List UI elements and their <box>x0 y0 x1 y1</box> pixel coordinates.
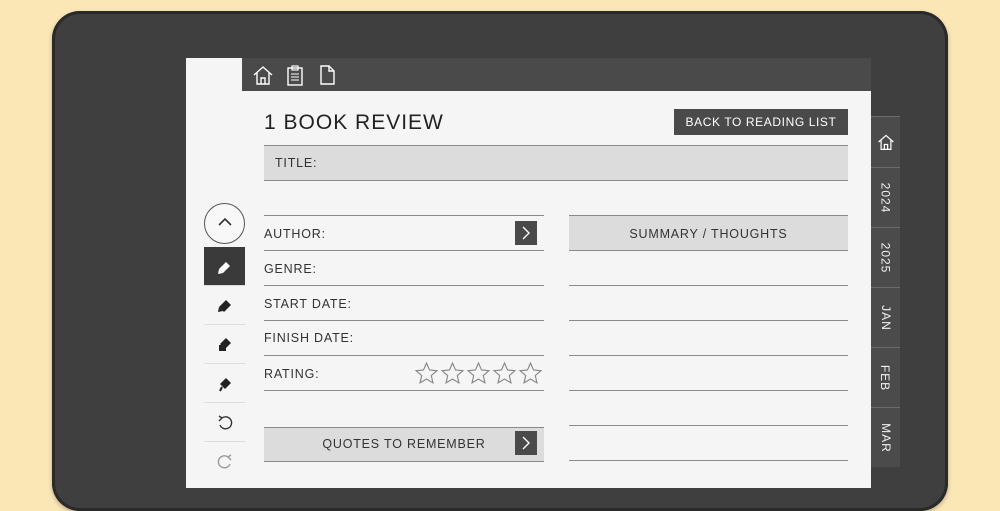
tab-2025[interactable]: 2025 <box>871 227 900 287</box>
genre-label: GENRE: <box>264 262 317 276</box>
redo-icon <box>217 454 232 469</box>
star-icon[interactable] <box>518 361 543 386</box>
tab-label: 2025 <box>878 242 893 273</box>
summary-line[interactable] <box>569 460 848 461</box>
eraser-tool[interactable] <box>204 364 245 403</box>
author-label: AUTHOR: <box>264 227 326 241</box>
summary-line[interactable] <box>569 390 848 391</box>
chevron-right-icon <box>522 436 530 450</box>
divider <box>264 390 544 391</box>
redo-button[interactable] <box>204 442 245 480</box>
tab-label: 2024 <box>878 182 893 213</box>
home-icon[interactable] <box>252 64 274 86</box>
highlighter-tool[interactable] <box>204 325 245 364</box>
highlighter-icon <box>219 338 231 351</box>
drawing-toolbar <box>204 203 245 483</box>
author-arrow-button[interactable] <box>515 221 537 245</box>
marker-tool[interactable] <box>204 286 245 325</box>
summary-line[interactable] <box>569 425 848 426</box>
summary-line[interactable] <box>569 320 848 321</box>
quotes-arrow-button[interactable] <box>515 431 537 455</box>
pen-icon <box>218 262 230 274</box>
tab-home[interactable] <box>871 116 900 167</box>
chevron-right-icon <box>522 226 530 240</box>
divider <box>264 250 544 251</box>
divider <box>264 355 544 356</box>
divider <box>264 215 544 216</box>
back-to-reading-list-button[interactable]: BACK TO READING LIST <box>674 109 848 135</box>
start-date-label: START DATE: <box>264 297 352 311</box>
undo-button[interactable] <box>204 403 245 442</box>
summary-line[interactable] <box>569 285 848 286</box>
tab-2024[interactable]: 2024 <box>871 167 900 227</box>
divider <box>264 320 544 321</box>
chevron-up-icon <box>218 217 232 226</box>
quotes-label: QUOTES TO REMEMBER <box>322 437 486 451</box>
side-tabs: 2024 2025 JAN FEB MAR <box>871 116 900 476</box>
divider <box>264 285 544 286</box>
eraser-icon <box>219 378 231 392</box>
title-label: TITLE: <box>275 156 318 170</box>
tab-label: FEB <box>878 364 893 391</box>
title-field[interactable] <box>264 145 848 181</box>
finish-date-label: FINISH DATE: <box>264 331 354 345</box>
undo-icon <box>218 415 233 430</box>
star-icon[interactable] <box>414 361 439 386</box>
scroll-up-button[interactable] <box>204 203 245 244</box>
star-icon[interactable] <box>466 361 491 386</box>
home-icon <box>877 134 894 150</box>
tab-feb[interactable]: FEB <box>871 347 900 407</box>
page-title: 1 BOOK REVIEW <box>264 111 444 134</box>
summary-line[interactable] <box>569 355 848 356</box>
top-navigation-bar <box>242 58 871 91</box>
pen-tool[interactable] <box>204 247 245 286</box>
summary-label: SUMMARY / THOUGHTS <box>629 227 788 241</box>
tab-mar[interactable]: MAR <box>871 407 900 467</box>
tab-label: JAN <box>878 304 893 331</box>
marker-icon <box>218 300 231 312</box>
page-icon[interactable] <box>316 64 338 86</box>
tab-label: MAR <box>878 422 893 453</box>
rating-label: RATING: <box>264 367 320 381</box>
star-icon[interactable] <box>440 361 465 386</box>
tab-jan[interactable]: JAN <box>871 287 900 347</box>
star-icon[interactable] <box>492 361 517 386</box>
clipboard-icon[interactable] <box>284 64 306 86</box>
